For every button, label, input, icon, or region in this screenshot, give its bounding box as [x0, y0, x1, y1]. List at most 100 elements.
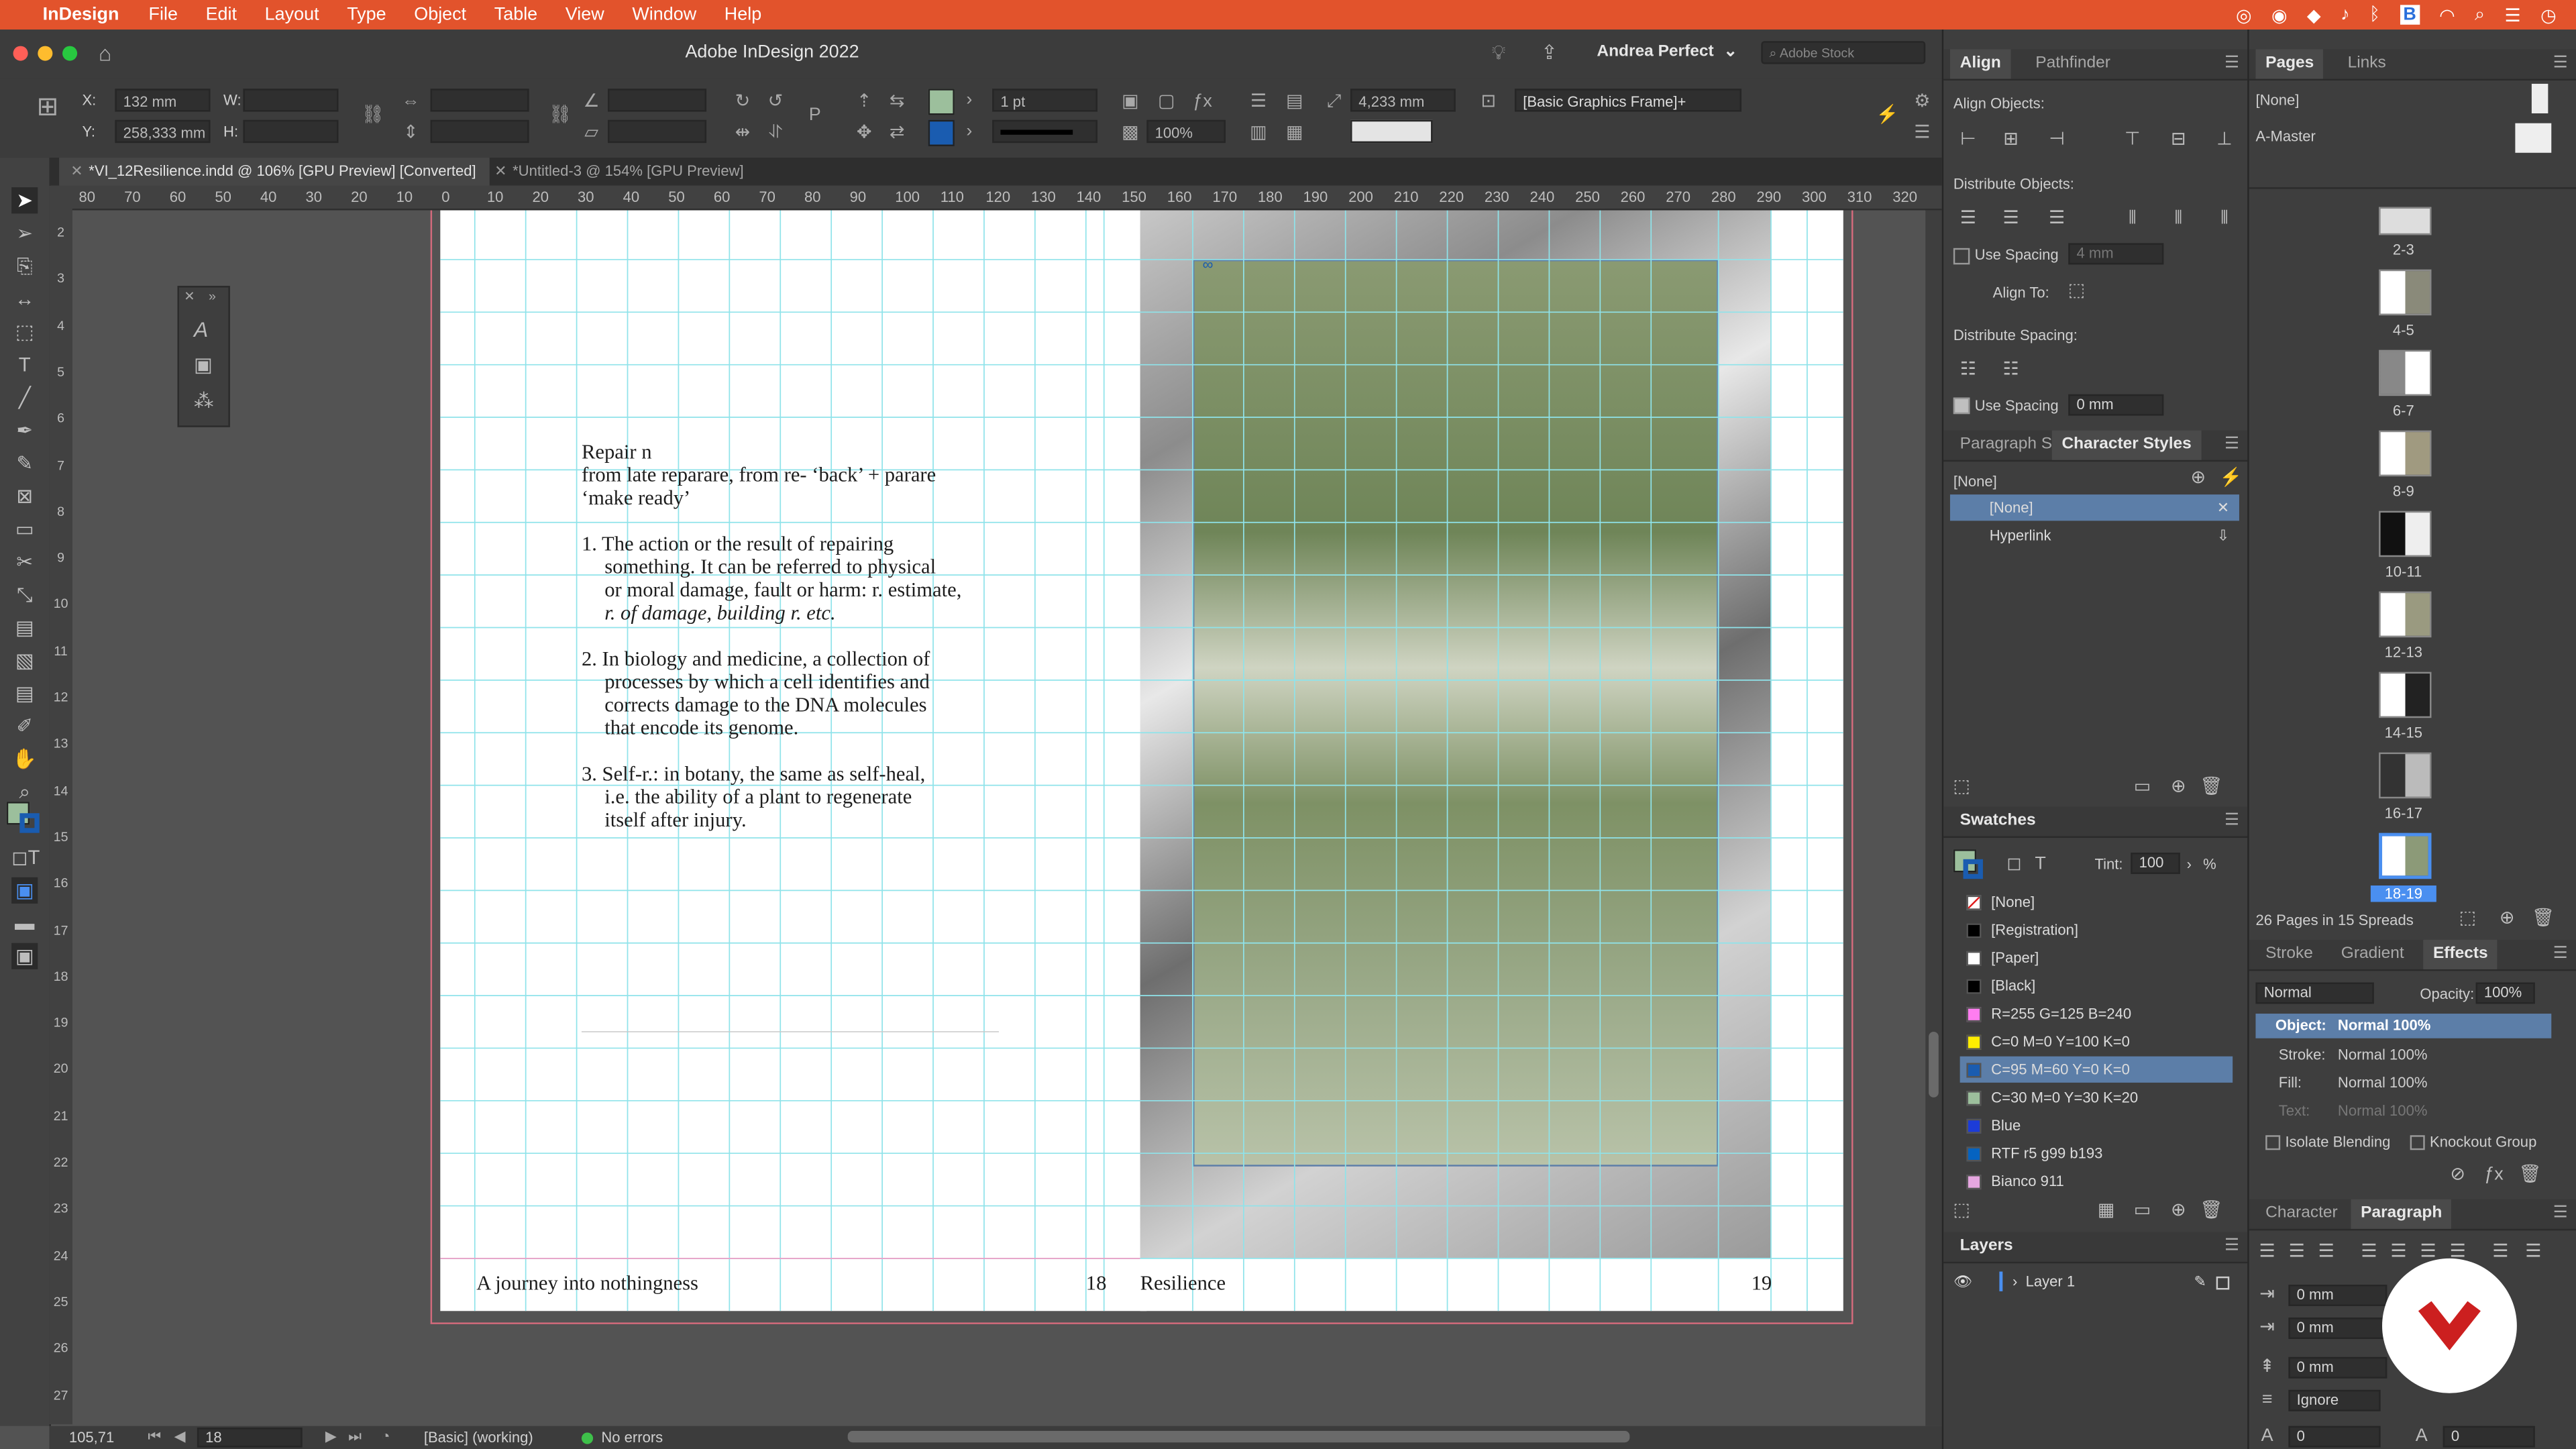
scissors-tool-icon[interactable]: ✂: [11, 549, 38, 575]
drop-cap-lines-field[interactable]: 0: [2288, 1426, 2381, 1448]
preflight-icon[interactable]: ◔: [381, 1428, 390, 1444]
fill-dropdown-icon[interactable]: ›: [959, 91, 979, 110]
x-position-field[interactable]: 132 mm: [115, 89, 211, 112]
delete-effect-icon[interactable]: 🗑︎: [2518, 1163, 2541, 1186]
frame-fitting-icon[interactable]: ▣: [1120, 92, 1140, 111]
next-page-icon[interactable]: ▶: [325, 1428, 337, 1446]
style-item-hyperlink[interactable]: Hyperlink ⇩: [1950, 523, 2239, 549]
content-collector-icon[interactable]: ⬚: [11, 319, 38, 345]
rectangle-tool-icon[interactable]: ▭: [11, 516, 38, 542]
spread-thumb-2-3[interactable]: [2379, 207, 2432, 235]
menu-edit[interactable]: Edit: [206, 5, 237, 24]
effects-panel-icon[interactable]: ⁂: [194, 389, 213, 412]
tab-effects[interactable]: Effects: [2423, 939, 2498, 969]
swatch-row[interactable]: C=0 M=0 Y=100 K=0: [1960, 1028, 2233, 1055]
swatch-row[interactable]: RTF r5 g99 b193: [1960, 1140, 2233, 1167]
tab-character[interactable]: Character: [2255, 1199, 2347, 1229]
stroke-type-dropdown[interactable]: [992, 119, 1097, 144]
gap-field[interactable]: 4,233 mm: [1350, 89, 1456, 112]
tab-align[interactable]: Align: [1949, 49, 2011, 79]
error-status[interactable]: No errors: [601, 1430, 663, 1446]
layer-target-icon[interactable]: [2216, 1276, 2230, 1290]
distribute-vspace-icon[interactable]: ☷: [1957, 358, 1980, 381]
swatch-row[interactable]: [Registration]: [1960, 917, 2233, 943]
text-line[interactable]: 3. Self-r.: in botany, the same as self-…: [582, 762, 925, 785]
swatch-row[interactable]: R=255 G=125 B=240: [1960, 1000, 2233, 1026]
panel-menu-icon[interactable]: ☰: [2224, 1232, 2239, 1262]
align-right-icon[interactable]: ⊣: [2045, 128, 2068, 151]
menu-layout[interactable]: Layout: [265, 5, 319, 24]
tab-untitled-document[interactable]: ✕ *Untitled-3 @ 154% [GPU Preview]: [483, 158, 808, 186]
new-color-group-icon[interactable]: ▦: [2094, 1199, 2117, 1222]
height-field[interactable]: [243, 119, 339, 144]
chevron-right-icon[interactable]: ›: [2012, 1269, 2017, 1295]
direction-p-icon[interactable]: P: [805, 105, 824, 125]
select-content-icon[interactable]: ✥: [854, 123, 873, 143]
panel-menu-icon[interactable]: ☰: [2224, 806, 2239, 836]
space-before-field[interactable]: 0 mm: [2288, 1356, 2387, 1379]
spread-thumb-18-19[interactable]: [2379, 833, 2432, 879]
fx-icon[interactable]: ƒx: [1193, 92, 1212, 111]
a-master-label[interactable]: A-Master: [2255, 128, 2315, 144]
new-swatch-icon[interactable]: ⊕: [2167, 1199, 2190, 1222]
ruler-origin[interactable]: [49, 185, 72, 209]
flip-vertical-icon[interactable]: ⥯: [765, 123, 785, 143]
align-away-spine-icon[interactable]: ☰: [2522, 1240, 2544, 1263]
wrap-around-icon[interactable]: ▤: [1285, 92, 1304, 111]
knockout-group-checkbox[interactable]: [2410, 1135, 2425, 1150]
tint-field[interactable]: 100: [2131, 853, 2180, 874]
fill-swatch[interactable]: [928, 89, 955, 115]
swatch-row[interactable]: [None]: [1960, 889, 2233, 915]
last-page-icon[interactable]: ⏭: [348, 1428, 362, 1446]
pen-tool-icon[interactable]: ✒: [11, 417, 38, 443]
control-panel-menu-icon[interactable]: ☰: [1913, 123, 1932, 143]
object-style-dropdown[interactable]: [Basic Graphics Frame]+: [1514, 89, 1741, 112]
preflight-profile[interactable]: [Basic] (working): [424, 1430, 533, 1446]
formatting-container-icon[interactable]: ◻: [2002, 853, 2025, 875]
gradient-swatch-icon[interactable]: ▤: [11, 614, 38, 641]
menu-file[interactable]: File: [149, 5, 178, 24]
vertical-scroll-thumb[interactable]: [1929, 1031, 1939, 1097]
stroke-swatch[interactable]: [928, 119, 955, 146]
first-line-indent-field[interactable]: 0 mm: [2288, 1318, 2387, 1339]
new-page-icon[interactable]: ⊕: [2496, 907, 2518, 930]
scale-y-field[interactable]: [430, 119, 529, 144]
distribute-left-icon[interactable]: ⦀: [2121, 207, 2144, 230]
panel-menu-icon[interactable]: ☰: [2553, 940, 2568, 969]
tab-gradient[interactable]: Gradient: [2331, 940, 2414, 969]
page-18[interactable]: Repair n from late reparare, from re- ‘b…: [440, 210, 1147, 1311]
eyedropper-icon[interactable]: ✐: [11, 713, 38, 739]
horizontal-ruler[interactable]: 80 70 60 50 40 30 20 10 0 10 20 30 40 50 60 70 80 90 100 11…: [72, 185, 1942, 211]
apply-color-icon[interactable]: ▣: [11, 877, 38, 904]
rotation-field[interactable]: [608, 89, 707, 112]
shear-field[interactable]: [608, 119, 707, 144]
align-bottom-icon[interactable]: ⊥: [2213, 128, 2236, 151]
swatch-options-icon[interactable]: ⬚: [1950, 1199, 1973, 1222]
swatch-row[interactable]: Blue: [1960, 1112, 2233, 1138]
fit-frame-icon[interactable]: ▢: [1157, 92, 1176, 111]
quick-apply-style-icon[interactable]: ⚡: [2220, 467, 2243, 490]
rotate-cw-icon[interactable]: ↻: [733, 92, 752, 111]
formatting-affects-icon[interactable]: ◻T: [11, 845, 40, 871]
blend-mode-dropdown[interactable]: Normal: [2255, 982, 2374, 1004]
wrap-bounding-icon[interactable]: ▥: [1248, 123, 1268, 143]
align-to-selection-icon[interactable]: ⬚: [2065, 279, 2088, 302]
eye-icon[interactable]: 👁︎: [1953, 1269, 1972, 1295]
constrain-proportions-icon[interactable]: ⛓: [362, 105, 384, 125]
tint-dropdown-icon[interactable]: ›: [2187, 856, 2192, 872]
close-tab-icon[interactable]: ✕: [494, 158, 506, 186]
effects-fill-label[interactable]: Fill:: [2279, 1075, 2302, 1091]
free-transform-icon[interactable]: ⤡: [11, 582, 38, 608]
none-master-thumb[interactable]: [2531, 83, 2548, 113]
align-left-text-icon[interactable]: ☰: [2255, 1240, 2278, 1263]
first-page-icon[interactable]: ⏮: [148, 1428, 161, 1446]
a-master-thumb[interactable]: [2515, 123, 2552, 153]
close-tab-icon[interactable]: ✕: [70, 158, 83, 186]
close-panel-icon[interactable]: ✕: [184, 289, 195, 304]
tab-stroke[interactable]: Stroke: [2255, 940, 2322, 969]
note-tool-icon[interactable]: ▤: [11, 680, 38, 706]
edit-page-size-icon[interactable]: ⬚: [2456, 907, 2479, 930]
select-previous-icon[interactable]: ⇆: [887, 92, 906, 111]
rotate-ccw-icon[interactable]: ↺: [765, 92, 785, 111]
panel-menu-icon[interactable]: ☰: [2553, 1199, 2568, 1229]
